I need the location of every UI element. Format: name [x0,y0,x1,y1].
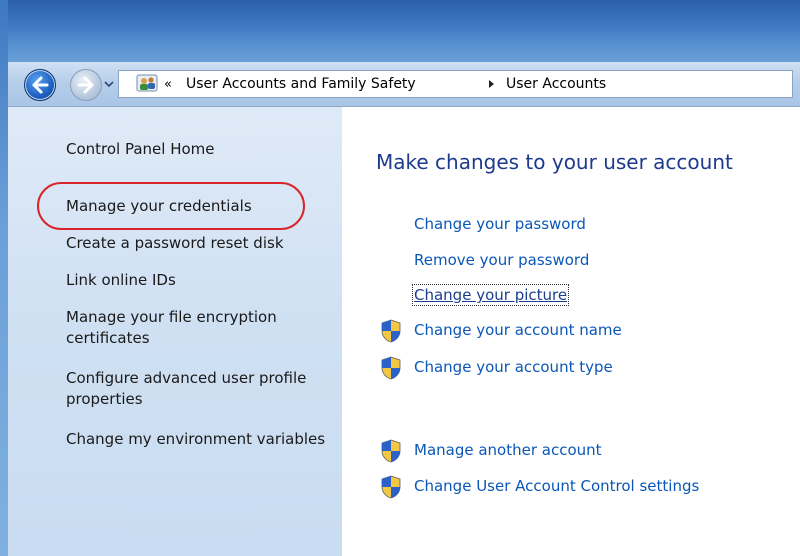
page-title: Make changes to your user account [376,150,733,174]
sidebar-item-file-encryption-certificates[interactable]: Manage your file encryption certificates [66,307,326,349]
user-accounts-icon [136,74,158,92]
highlight-circle [37,182,305,230]
manage-another-account-link[interactable]: Manage another account [414,441,602,459]
change-picture-link[interactable]: Change your picture [411,284,570,306]
window-left-border [0,0,8,556]
uac-shield-icon [381,475,401,499]
change-uac-settings-link[interactable]: Change User Account Control settings [414,477,699,495]
uac-shield-icon [381,319,401,343]
forward-button[interactable] [70,69,102,101]
change-account-type-link[interactable]: Change your account type [414,358,613,376]
uac-shield-icon [381,439,401,463]
sidebar-item-link-online-ids[interactable]: Link online IDs [66,270,326,291]
sidebar-item-control-panel-home[interactable]: Control Panel Home [66,139,326,160]
recent-pages-dropdown-icon[interactable] [104,79,114,89]
back-arrow-icon [32,76,49,94]
uac-shield-icon [381,356,401,380]
window-titlebar[interactable] [0,0,800,62]
breadcrumb-item-user-accounts-family-safety[interactable]: User Accounts and Family Safety [186,76,416,92]
control-panel-window: « User Accounts and Family Safety User A… [0,0,800,556]
sidebar-item-environment-variables[interactable]: Change my environment variables [66,429,326,450]
breadcrumb-item-user-accounts[interactable]: User Accounts [506,76,606,92]
sidebar-item-advanced-profile-properties[interactable]: Configure advanced user profile properti… [66,368,326,410]
breadcrumb-separator-icon[interactable] [486,79,496,89]
forward-arrow-icon [77,76,94,94]
remove-password-link[interactable]: Remove your password [414,251,589,269]
change-account-name-link[interactable]: Change your account name [414,321,622,339]
back-button[interactable] [24,69,56,101]
change-password-link[interactable]: Change your password [414,215,586,233]
sidebar-item-create-password-reset-disk[interactable]: Create a password reset disk [66,233,326,254]
breadcrumb-overflow-chevron[interactable]: « [164,77,172,92]
